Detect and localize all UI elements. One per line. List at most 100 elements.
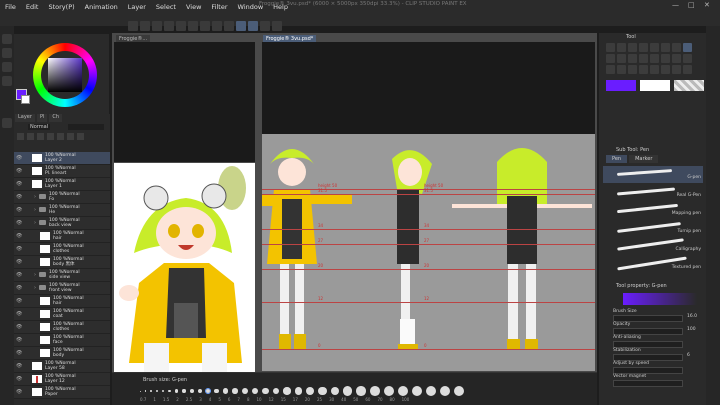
brush-size-dot[interactable] [241, 388, 248, 394]
menu-layer[interactable]: Layer [123, 0, 151, 14]
frame-tool-icon[interactable] [617, 65, 626, 74]
tab-layer[interactable]: Layer [15, 114, 35, 122]
delete-layer-icon[interactable] [77, 133, 84, 140]
layer-row[interactable]: 👁 100 %Normal clothes [14, 243, 110, 256]
move-tool-icon[interactable] [617, 43, 626, 52]
menu-filter[interactable]: Filter [206, 0, 232, 14]
brush-size-dot[interactable] [306, 387, 315, 395]
brush-size-dot[interactable] [294, 387, 303, 395]
brush-size-dot[interactable] [283, 387, 291, 395]
balloon-tool-icon[interactable] [650, 65, 659, 74]
eye-icon[interactable]: 👁 [16, 233, 22, 239]
snap-icon[interactable] [236, 20, 246, 31]
brush-size-dot[interactable] [140, 390, 141, 392]
expand-arrow-icon[interactable]: › [34, 220, 36, 226]
move-layer-tool-icon[interactable] [639, 43, 648, 52]
brush-item[interactable]: G-pen [603, 166, 703, 183]
brush-size-dot[interactable] [204, 387, 212, 395]
zoom-tool-icon[interactable] [606, 43, 615, 52]
eye-icon[interactable]: 👁 [16, 155, 22, 161]
saturation-value-square[interactable] [48, 58, 82, 92]
fill-tool-icon[interactable] [672, 54, 681, 63]
brush-item[interactable]: Turnip pen [603, 220, 703, 237]
eye-icon[interactable]: 👁 [16, 220, 22, 226]
property-slider[interactable] [613, 328, 683, 335]
ruler-tool-icon[interactable] [628, 65, 637, 74]
expand-arrow-icon[interactable]: › [34, 285, 36, 291]
layer-row[interactable]: 👁 › 100 %Normal He [14, 204, 110, 217]
brush-size-dot[interactable] [223, 388, 229, 394]
blend-tool-icon[interactable] [661, 54, 670, 63]
eye-icon[interactable]: 👁 [16, 285, 22, 291]
brush-size-dot[interactable] [397, 386, 408, 396]
brush-size-dot[interactable] [425, 386, 436, 396]
layer-row[interactable]: 👁 › 100 %Normal Fo [14, 191, 110, 204]
eye-icon[interactable]: 👁 [16, 298, 22, 304]
brush-size-dot[interactable] [411, 386, 422, 396]
tab-pl[interactable]: Pl [36, 114, 48, 122]
select-tool-icon[interactable] [650, 43, 659, 52]
layer-row[interactable]: 👁 100 %Normal hair [14, 230, 110, 243]
deselect-icon[interactable] [224, 20, 234, 31]
fill-icon[interactable] [200, 20, 210, 31]
brush-size-dot[interactable] [189, 389, 194, 393]
color-history-tab-icon[interactable] [2, 76, 12, 86]
layer-row[interactable]: 👁 100 %Normal body [14, 347, 110, 360]
decoration-tool-icon[interactable] [639, 54, 648, 63]
layer-row[interactable]: 👁 100 %Normal coat [14, 308, 110, 321]
brush-item[interactable]: Textured pen [603, 256, 703, 273]
expand-arrow-icon[interactable]: › [34, 207, 36, 213]
property-slider[interactable] [613, 354, 683, 361]
main-color-box[interactable] [606, 80, 636, 91]
brush-size-dot[interactable] [145, 390, 147, 392]
layer-row[interactable]: 👁 100 %Normal face [14, 334, 110, 347]
menu-edit[interactable]: Edit [21, 0, 44, 14]
airbrush-tool-icon[interactable] [628, 54, 637, 63]
brush-size-dot[interactable] [162, 389, 165, 393]
brush-size-dot[interactable] [272, 387, 280, 395]
brush-size-dot[interactable] [261, 387, 269, 395]
brush-size-dot[interactable] [318, 386, 327, 396]
brush-size-dot[interactable] [369, 386, 380, 396]
eye-icon[interactable]: 👁 [16, 376, 22, 382]
color-wheel-tab-icon[interactable] [2, 34, 12, 44]
brush-size-dot[interactable] [214, 388, 220, 394]
brush-size-dot[interactable] [168, 389, 172, 393]
eye-icon[interactable]: 👁 [16, 181, 22, 187]
eyedropper-tool-icon[interactable] [672, 43, 681, 52]
layer-row[interactable]: 👁 100 %Normal Pl. lineart [14, 165, 110, 178]
hand-tool-icon[interactable] [683, 65, 692, 74]
eye-icon[interactable]: 👁 [16, 272, 22, 278]
opacity-slider[interactable] [68, 124, 104, 130]
undo-icon[interactable] [164, 20, 174, 31]
eye-icon[interactable]: 👁 [16, 246, 22, 252]
sub-color-swatch[interactable] [21, 95, 30, 104]
lock-icon[interactable] [37, 133, 44, 140]
eye-icon[interactable]: 👁 [16, 207, 22, 213]
figure-tool-icon[interactable] [606, 65, 615, 74]
menu-view[interactable]: View [181, 0, 206, 14]
brush-size-dot[interactable] [156, 389, 159, 393]
layer-row[interactable]: 👁 100 %Normal Paper [14, 386, 110, 399]
eye-icon[interactable]: 👁 [16, 259, 22, 265]
brush-size-dot[interactable] [330, 386, 340, 396]
transform-icon[interactable] [212, 20, 222, 31]
property-slider[interactable] [613, 341, 683, 348]
brush-size-dot[interactable] [197, 388, 202, 394]
brush-tool-icon[interactable] [617, 54, 626, 63]
maximize-icon[interactable]: □ [688, 1, 695, 9]
close-icon[interactable]: ✕ [704, 1, 710, 9]
new-icon[interactable] [128, 20, 138, 31]
menu-file[interactable]: File [0, 0, 21, 14]
property-slider[interactable] [613, 380, 683, 387]
property-slider[interactable] [613, 367, 683, 374]
property-slider[interactable] [613, 315, 683, 322]
redo-icon[interactable] [176, 20, 186, 31]
eye-icon[interactable]: 👁 [16, 194, 22, 200]
intermediate-color-tab-icon[interactable] [2, 62, 12, 72]
brush-size-dot[interactable] [182, 389, 186, 393]
text-tool-icon[interactable] [639, 65, 648, 74]
layer-row[interactable]: 👁 100 %Normal Layer 1 [14, 178, 110, 191]
brush-size-dot[interactable] [251, 387, 258, 395]
transparent-color-box[interactable] [674, 80, 704, 91]
